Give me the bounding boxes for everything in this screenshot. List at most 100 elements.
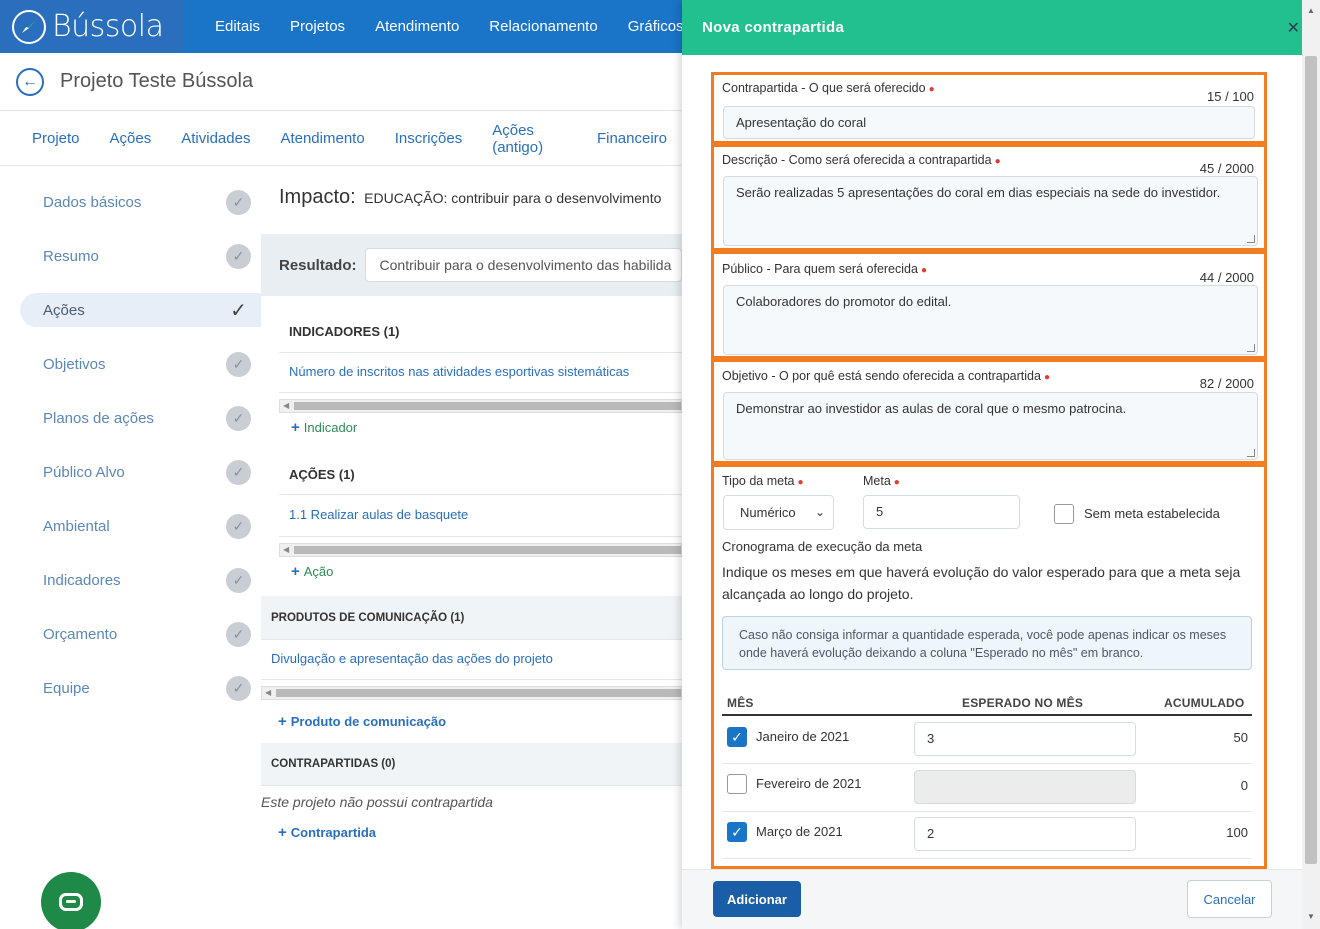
cancel-button[interactable]: Cancelar: [1187, 880, 1272, 918]
month-checkbox-jan[interactable]: ✓: [727, 727, 747, 747]
logo-text: Bússola: [52, 9, 164, 44]
cronograma-help: Indique os meses em que haverá evolução …: [722, 564, 1241, 602]
project-tabs: Projeto Ações Atividades Atendimento Ins…: [0, 112, 682, 166]
sem-meta-checkbox[interactable]: [1054, 504, 1074, 524]
month-label-mar: Março de 2021: [756, 824, 843, 839]
expected-input-mar[interactable]: 2: [914, 817, 1136, 851]
horizontal-scrollbar[interactable]: ◀: [279, 543, 682, 557]
divider: [279, 536, 682, 537]
action-item[interactable]: 1.1 Realizar aulas de basquete: [289, 507, 468, 522]
result-label: Resultado:: [279, 256, 357, 274]
sidebar-item-label: Indicadores: [43, 571, 121, 589]
close-icon[interactable]: ✕: [1287, 18, 1300, 38]
resize-handle-icon[interactable]: [1247, 344, 1255, 352]
resize-handle-icon[interactable]: [1247, 449, 1255, 457]
sidebar-item-indicadores[interactable]: Indicadores ✓: [20, 563, 261, 597]
add-button[interactable]: Adicionar: [713, 881, 801, 917]
nav-editais[interactable]: Editais: [200, 18, 275, 35]
sidebar-item-objetivos[interactable]: Objetivos ✓: [20, 347, 261, 381]
month-checkbox-feb[interactable]: [727, 774, 747, 794]
meta-label-text: Meta: [863, 474, 891, 488]
sidebar-item-equipe[interactable]: Equipe ✓: [20, 671, 261, 705]
tab-acoes-antigo[interactable]: Ações (antigo): [477, 122, 582, 156]
divider: [261, 679, 682, 680]
plus-icon: +: [291, 419, 300, 436]
indicator-item[interactable]: Número de inscritos nas atividades espor…: [289, 364, 629, 379]
sidebar-item-label: Ações: [43, 301, 85, 319]
back-arrow-icon[interactable]: ←: [16, 67, 44, 96]
modal-body: Contrapartida - O que será oferecido ● 15…: [682, 55, 1302, 869]
nav-relacionamento[interactable]: Relacionamento: [474, 18, 612, 35]
sidebar-item-publico-alvo[interactable]: Público Alvo ✓: [20, 455, 261, 489]
oferecido-input[interactable]: Apresentação do coral: [723, 106, 1255, 139]
expected-input-jan[interactable]: 3: [914, 722, 1136, 756]
horizontal-scrollbar[interactable]: ◀: [279, 399, 682, 413]
publico-textarea[interactable]: Colaboradores do promotor do edital.: [723, 285, 1258, 355]
meta-input[interactable]: 5: [863, 495, 1020, 529]
field-box-descricao: Descrição - Como será oferecida a contra…: [711, 144, 1267, 251]
impact-heading: Impacto: EDUCAÇÃO: contribuir para o des…: [279, 186, 661, 209]
sidebar-item-dados-basicos[interactable]: Dados básicos ✓: [20, 185, 261, 219]
tab-atendimento[interactable]: Atendimento: [265, 130, 379, 147]
vertical-scrollbar[interactable]: ▲ ▼: [1302, 0, 1320, 929]
divider: [261, 785, 682, 786]
sidebar-item-acoes[interactable]: Ações ✓: [20, 293, 261, 327]
sidebar-item-resumo[interactable]: Resumo ✓: [20, 239, 261, 273]
tab-projeto[interactable]: Projeto: [17, 130, 95, 147]
tab-atividades[interactable]: Atividades: [166, 130, 265, 147]
scroll-up-icon[interactable]: ▲: [1307, 6, 1315, 15]
add-indicator-link[interactable]: + Indicador: [291, 419, 357, 436]
field-box-objetivo: Objetivo - O por quê está sendo oferecid…: [711, 359, 1267, 464]
chevron-down-icon: ⌄: [814, 505, 825, 519]
accumulated-mar: 100: [1226, 825, 1248, 840]
app-logo[interactable]: Bússola: [0, 0, 183, 53]
check-icon: ✓: [226, 513, 251, 539]
field-label: Descrição - Como será oferecida a contra…: [722, 153, 1001, 167]
tipo-meta-select[interactable]: Numérico ⌄: [723, 495, 834, 530]
result-select[interactable]: Contribuir para o desenvolvimento das ha…: [364, 248, 682, 282]
tab-financeiro[interactable]: Financeiro: [582, 130, 682, 147]
sidebar-item-planos-de-acoes[interactable]: Planos de ações ✓: [20, 401, 261, 435]
column-header-esperado: ESPERADO NO MÊS: [962, 696, 1084, 710]
field-label: Objetivo - O por quê está sendo oferecid…: [722, 369, 1050, 383]
sidebar-item-label: Orçamento: [43, 625, 118, 643]
add-counterpart-link[interactable]: + Contrapartida: [278, 824, 376, 841]
add-indicator-label: Indicador: [303, 420, 358, 435]
nav-projetos[interactable]: Projetos: [275, 18, 360, 35]
product-item[interactable]: Divulgação e apresentação das ações do p…: [271, 651, 553, 666]
project-header: ← Projeto Teste Bússola: [0, 53, 682, 111]
tab-inscricoes[interactable]: Inscrições: [380, 130, 478, 147]
required-icon: ●: [1043, 372, 1050, 383]
add-action-link[interactable]: + Ação: [291, 563, 333, 580]
sidebar-item-orcamento[interactable]: Orçamento ✓: [20, 617, 261, 651]
month-checkbox-mar[interactable]: ✓: [727, 822, 747, 842]
horizontal-scrollbar[interactable]: ◀: [261, 686, 682, 700]
scrollbar-thumb[interactable]: [276, 689, 681, 697]
field-box-oferecido: Contrapartida - O que será oferecido ● 15…: [711, 72, 1267, 144]
sidebar-item-ambiental[interactable]: Ambiental ✓: [20, 509, 261, 543]
scrollbar-thumb[interactable]: [1305, 56, 1317, 864]
field-label: Público - Para quem será oferecida ●: [722, 262, 927, 276]
required-icon: ●: [893, 477, 900, 488]
objetivo-textarea[interactable]: Demonstrar ao investidor as aulas de cor…: [723, 392, 1258, 460]
sidebar-item-label: Público Alvo: [43, 463, 125, 481]
add-action-label: Ação: [303, 564, 334, 579]
sidebar-item-label: Ambiental: [43, 517, 110, 535]
nav-atendimento[interactable]: Atendimento: [360, 18, 474, 35]
resize-handle-icon[interactable]: [1247, 235, 1255, 243]
add-product-link[interactable]: + Produto de comunicação: [278, 713, 446, 730]
descricao-textarea[interactable]: Serão realizadas 5 apresentações do cora…: [723, 176, 1258, 246]
chat-button[interactable]: [41, 872, 101, 929]
scrollbar-thumb[interactable]: [294, 402, 681, 410]
required-icon: ●: [994, 156, 1001, 167]
main-content: Impacto: EDUCAÇÃO: contribuir para o des…: [261, 166, 682, 929]
scrollbar-thumb[interactable]: [294, 546, 681, 554]
scroll-down-icon[interactable]: ▼: [1307, 912, 1315, 921]
char-counter: 15 / 100: [1207, 89, 1254, 104]
tab-acoes[interactable]: Ações: [95, 130, 167, 147]
project-title: Projeto Teste Bússola: [60, 70, 254, 92]
indicators-heading: INDICADORES (1): [289, 324, 400, 339]
char-counter: 45 / 2000: [1199, 161, 1254, 176]
char-counter: 44 / 2000: [1199, 270, 1254, 285]
modal-header: Nova contrapartida: [682, 0, 1302, 55]
